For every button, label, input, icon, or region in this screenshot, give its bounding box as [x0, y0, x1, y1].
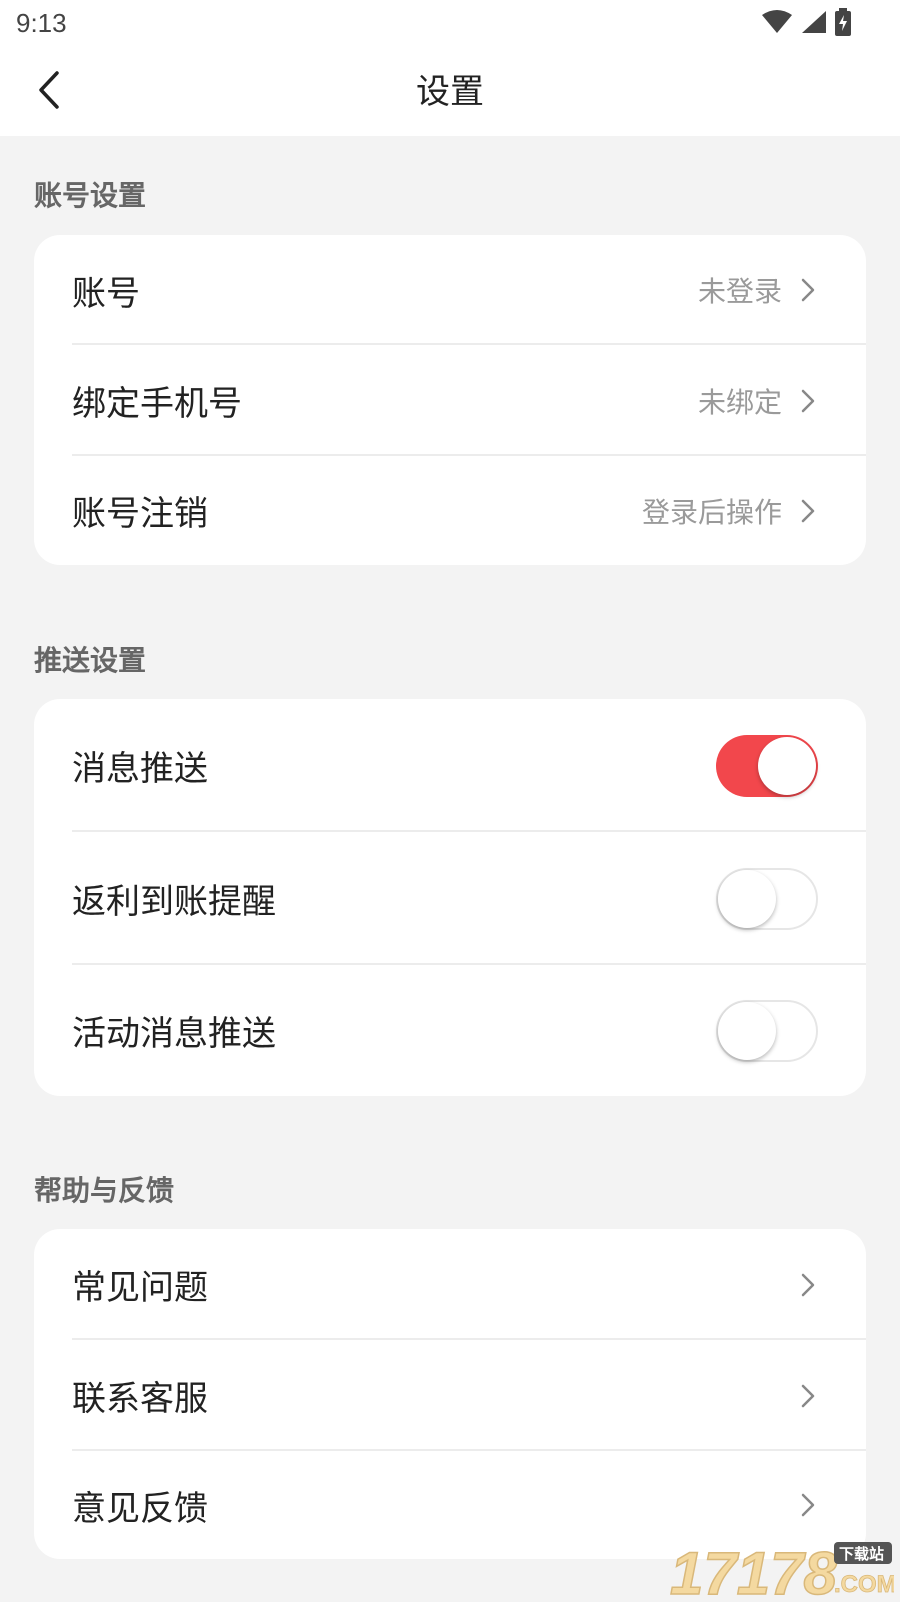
account-settings-card: 账号 未登录 绑定手机号 未绑定 账号注销 登录后操作	[34, 235, 866, 565]
cellular-signal-icon	[800, 9, 826, 39]
faq-row[interactable]: 常见问题	[34, 1229, 866, 1340]
nav-bar: 设置	[0, 48, 900, 136]
row-label: 账号	[72, 273, 140, 314]
page-title: 设置	[416, 72, 484, 112]
wifi-icon	[762, 9, 792, 39]
chevron-right-icon	[798, 497, 818, 525]
row-label: 返利到账提醒	[72, 882, 276, 922]
account-row[interactable]: 账号 未登录	[34, 235, 866, 345]
activity-push-row: 活动消息推送	[34, 965, 866, 1096]
row-label: 消息推送	[72, 749, 208, 789]
status-icons	[762, 8, 852, 40]
rebate-reminder-toggle[interactable]	[716, 867, 818, 930]
section-title-help: 帮助与反馈	[34, 1174, 175, 1207]
row-label: 绑定手机号	[72, 384, 242, 424]
message-push-row: 消息推送	[34, 699, 866, 832]
svg-text:下载站: 下载站	[839, 1545, 884, 1563]
section-title-account: 账号设置	[34, 179, 147, 212]
rebate-reminder-row: 返利到账提醒	[34, 832, 866, 965]
toggle-knob	[758, 736, 816, 795]
bind-phone-row[interactable]: 绑定手机号 未绑定	[34, 345, 866, 456]
chevron-right-icon	[798, 1271, 818, 1299]
contact-support-row[interactable]: 联系客服	[34, 1340, 866, 1451]
message-push-toggle[interactable]	[716, 734, 818, 797]
row-label: 账号注销	[72, 494, 208, 534]
cancel-account-row[interactable]: 账号注销 登录后操作	[34, 456, 866, 565]
row-value: 未登录	[697, 275, 782, 308]
chevron-right-icon	[798, 387, 818, 415]
chevron-right-icon	[798, 276, 818, 304]
svg-text:17178: 17178	[670, 1540, 837, 1598]
push-settings-card: 消息推送 返利到账提醒 活动消息推送	[34, 699, 866, 1096]
row-label: 意见反馈	[72, 1488, 208, 1529]
toggle-knob	[718, 869, 776, 928]
status-time: 9:13	[16, 8, 67, 38]
row-value: 未绑定	[697, 385, 782, 419]
battery-charging-icon	[834, 8, 852, 40]
row-label: 联系客服	[72, 1379, 208, 1419]
activity-push-toggle[interactable]	[716, 999, 818, 1062]
help-feedback-card: 常见问题 联系客服 意见反馈	[34, 1229, 866, 1559]
row-label: 活动消息推送	[72, 1014, 276, 1054]
chevron-right-icon	[798, 1382, 818, 1410]
toggle-knob	[718, 1001, 776, 1060]
watermark-logo: 17178 下载站 .COM	[668, 1532, 897, 1602]
row-value: 登录后操作	[641, 495, 782, 529]
row-label: 常见问题	[72, 1268, 208, 1308]
chevron-right-icon	[798, 1491, 818, 1519]
section-title-push: 推送设置	[34, 644, 147, 677]
status-bar: 9:13	[0, 0, 900, 48]
svg-text:.COM: .COM	[834, 1571, 894, 1598]
